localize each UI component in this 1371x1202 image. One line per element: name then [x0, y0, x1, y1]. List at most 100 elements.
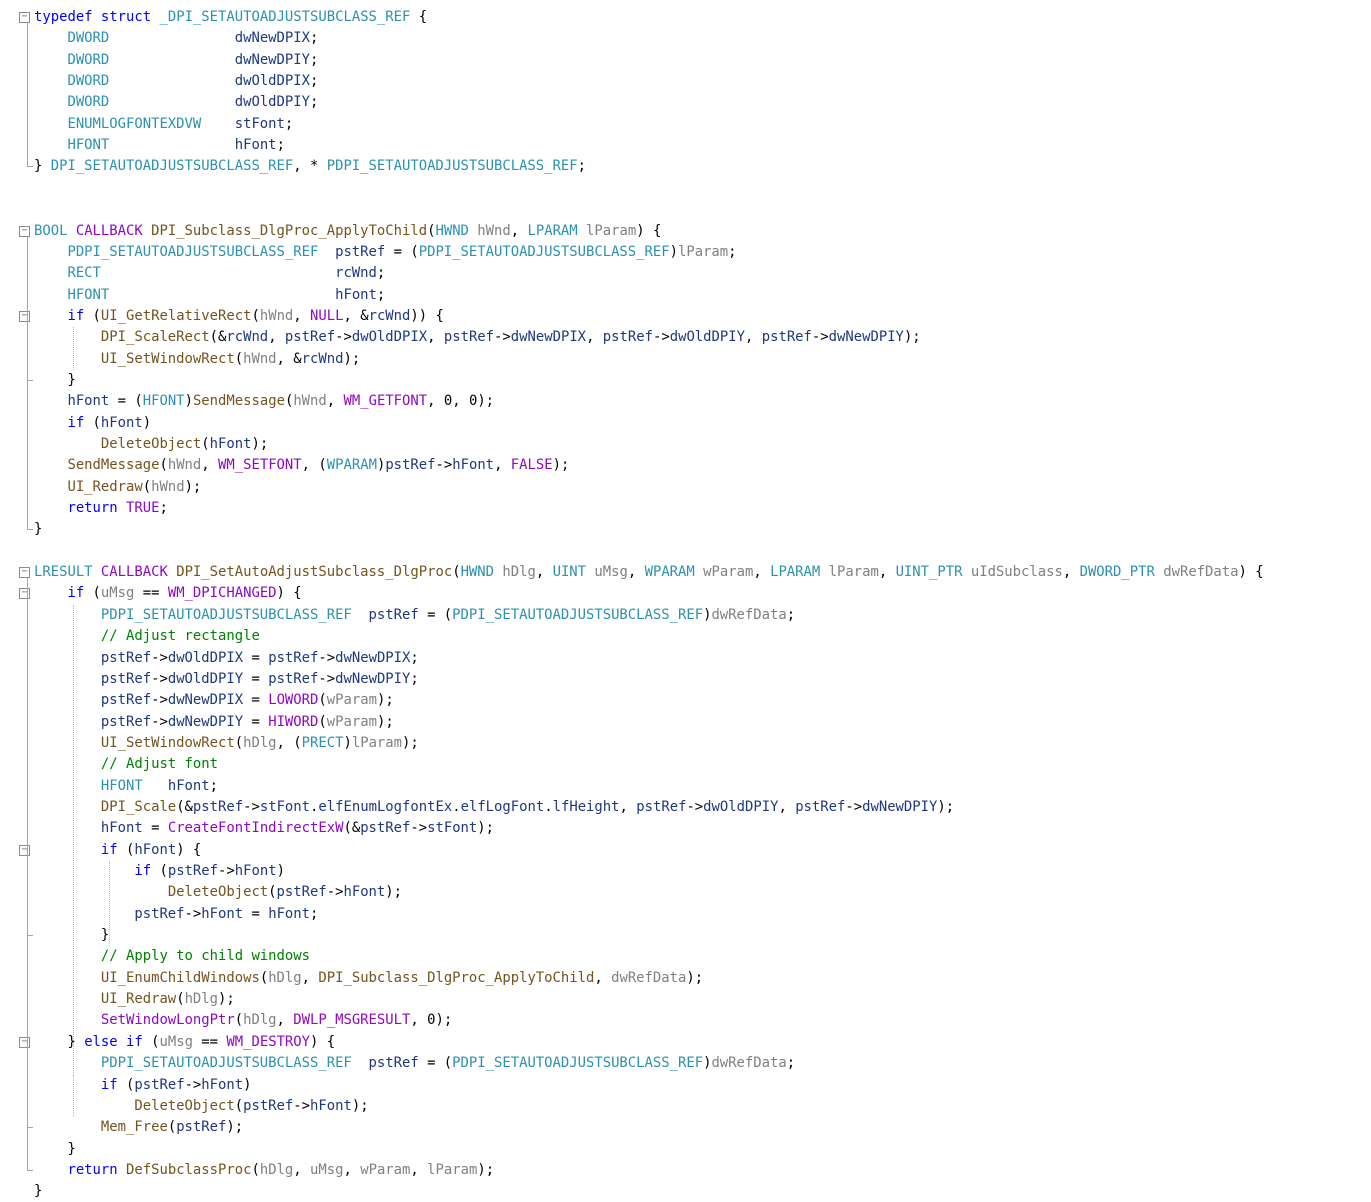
code-token-param: hDlg — [502, 564, 536, 581]
fold-collapse-icon[interactable]: − — [19, 567, 30, 579]
code-line[interactable]: if (hFont) — [34, 413, 151, 434]
code-token-keyword: typedef — [34, 9, 93, 25]
code-token-variable: pstRef — [636, 798, 687, 815]
code-token-variable: hFont — [268, 905, 311, 922]
code-line[interactable]: pstRef->dwNewDPIX = LOWORD(wParam); — [34, 690, 394, 711]
code-token-plain: } — [34, 1183, 43, 1200]
code-line[interactable]: UI_SetWindowRect(hDlg, (PRECT)lParam); — [34, 733, 419, 754]
code-line[interactable]: DWORD dwOldDPIY; — [34, 92, 318, 113]
fold-collapse-icon[interactable]: − — [19, 225, 30, 237]
code-line[interactable]: // Apply to child windows — [34, 946, 310, 967]
code-token-plain: = ( — [418, 606, 453, 623]
code-line[interactable]: SendMessage(hWnd, WM_SETFONT, (WPARAM)ps… — [34, 455, 569, 476]
code-line[interactable]: } — [34, 1139, 75, 1160]
code-line[interactable]: pstRef->dwNewDPIY = HIWORD(wParam); — [34, 712, 394, 733]
code-line[interactable]: } else if (uMsg == WM_DESTROY) { — [34, 1032, 335, 1053]
code-line[interactable]: RECT rcWnd; — [34, 263, 385, 284]
fold-collapse-icon[interactable]: − — [19, 588, 30, 600]
code-token-plain: -> — [845, 798, 863, 815]
code-line[interactable]: DWORD dwOldDPIX; — [34, 71, 318, 92]
code-token-param: hDlg — [243, 734, 277, 751]
code-line[interactable]: HFONT hFont; — [34, 285, 385, 306]
code-line[interactable]: } DPI_SETAUTOADJUSTSUBCLASS_REF, * PDPI_… — [34, 156, 586, 177]
code-line[interactable]: hFont = CreateFontIndirectExW(&pstRef->s… — [34, 818, 494, 839]
code-line[interactable]: PDPI_SETAUTOADJUSTSUBCLASS_REF pstRef = … — [34, 605, 795, 626]
code-line[interactable]: if (pstRef->hFont) — [34, 1075, 252, 1096]
code-token-variable: pstRef — [134, 905, 185, 922]
code-line[interactable]: DWORD dwNewDPIX; — [34, 28, 318, 49]
code-token-plain: ) — [276, 863, 285, 879]
code-line[interactable]: if (pstRef->hFont) — [34, 861, 285, 882]
code-line[interactable]: } — [34, 519, 42, 540]
fold-guide-line — [27, 855, 28, 936]
code-token-variable: pstRef — [360, 820, 411, 837]
code-line[interactable]: ENUMLOGFONTEXDVW stFont; — [34, 114, 293, 135]
code-token-macro: WM_SETFONT — [218, 457, 302, 474]
code-line[interactable]: LRESULT CALLBACK DPI_SetAutoAdjustSubcla… — [34, 562, 1264, 583]
fold-collapse-icon[interactable]: − — [19, 844, 30, 856]
code-token-variable: pstRef — [284, 329, 336, 346]
code-token-param: wParam — [360, 1161, 411, 1178]
code-line[interactable]: DPI_Scale(&pstRef->stFont.elfEnumLogfont… — [34, 797, 954, 818]
code-line[interactable]: HFONT hFont; — [34, 776, 218, 797]
code-token-type: PDPI_SETAUTOADJUSTSUBCLASS_REF — [452, 606, 704, 623]
code-token-plain: , — [494, 457, 511, 474]
code-line[interactable]: // Adjust font — [34, 754, 218, 775]
code-line[interactable]: if (UI_GetRelativeRect(hWnd, NULL, &rcWn… — [34, 306, 443, 327]
code-line[interactable]: BOOL CALLBACK DPI_Subclass_DlgProc_Apply… — [34, 221, 661, 242]
code-token-plain: (& — [209, 329, 227, 346]
code-line[interactable]: DPI_ScaleRect(&rcWnd, pstRef->dwOldDPIX,… — [34, 327, 921, 348]
fold-collapse-icon[interactable]: − — [19, 1036, 30, 1048]
fold-collapse-icon[interactable]: − — [19, 12, 30, 23]
code-token-plain: -> — [218, 863, 235, 879]
code-token-keyword: if — [100, 1076, 118, 1093]
code-token-variable: hFont — [100, 414, 143, 431]
code-line[interactable]: if (hFont) { — [34, 840, 201, 861]
code-line[interactable]: pstRef->dwOldDPIY = pstRef->dwNewDPIY; — [34, 669, 419, 690]
code-line[interactable]: pstRef->dwOldDPIX = pstRef->dwNewDPIX; — [34, 648, 419, 669]
code-line[interactable]: } — [34, 925, 109, 946]
code-token-plain: , — [276, 1012, 294, 1029]
code-line[interactable]: PDPI_SETAUTOADJUSTSUBCLASS_REF pstRef = … — [34, 242, 736, 263]
code-token-variable: pstRef — [100, 670, 152, 687]
code-line[interactable]: DeleteObject(pstRef->hFont); — [34, 882, 402, 903]
code-line[interactable]: return DefSubclassProc(hDlg, uMsg, wPara… — [34, 1160, 494, 1181]
code-line[interactable]: DeleteObject(pstRef->hFont); — [34, 1096, 368, 1117]
code-line[interactable]: DWORD dwNewDPIY; — [34, 50, 318, 71]
code-line[interactable]: } — [34, 370, 75, 391]
code-line[interactable]: if (uMsg == WM_DPICHANGED) { — [34, 583, 301, 604]
code-editor[interactable]: − − − − − − − typedef struct _DPI_SETAUTOADJUS… — [0, 0, 1371, 1199]
code-token-plain: ; — [577, 158, 586, 175]
code-token-plain: . — [544, 798, 553, 815]
code-line[interactable]: UI_EnumChildWindows(hDlg, DPI_Subclass_D… — [34, 968, 703, 989]
code-line[interactable]: PDPI_SETAUTOADJUSTSUBCLASS_REF pstRef = … — [34, 1053, 795, 1074]
code-token-variable: hFont — [452, 457, 495, 474]
code-token-plain: -> — [151, 713, 168, 730]
code-line[interactable]: Mem_Free(pstRef); — [34, 1117, 243, 1138]
code-token-plain: ; — [310, 51, 319, 68]
code-line[interactable]: return TRUE; — [34, 498, 167, 519]
code-line[interactable]: typedef struct _DPI_SETAUTOADJUSTSUBCLAS… — [34, 7, 427, 28]
code-line[interactable]: UI_Redraw(hDlg); — [34, 989, 235, 1010]
code-line[interactable]: UI_SetWindowRect(hWnd, &rcWnd); — [34, 349, 360, 370]
code-line[interactable]: SetWindowLongPtr(hDlg, DWLP_MSGRESULT, 0… — [34, 1010, 452, 1031]
code-line[interactable]: HFONT hFont; — [34, 135, 284, 156]
code-token-macro: LOWORD — [268, 692, 319, 709]
code-token-plain: ; — [376, 286, 386, 303]
code-line[interactable]: hFont = (HFONT)SendMessage(hWnd, WM_GETF… — [34, 391, 494, 412]
code-line[interactable]: // Adjust rectangle — [34, 626, 260, 647]
code-line[interactable]: UI_Redraw(hWnd); — [34, 477, 201, 498]
code-token-variable: rcWnd — [301, 350, 344, 367]
code-token-type: PDPI_SETAUTOADJUSTSUBCLASS_REF — [418, 243, 670, 260]
code-token-plain: -> — [293, 1097, 311, 1114]
code-line[interactable]: DeleteObject(hFont); — [34, 434, 268, 455]
code-token-plain: ); — [903, 329, 921, 346]
code-line[interactable]: pstRef->hFont = hFont; — [34, 904, 318, 925]
fold-collapse-icon[interactable]: − — [19, 310, 30, 322]
fold-guide-line — [27, 321, 28, 380]
